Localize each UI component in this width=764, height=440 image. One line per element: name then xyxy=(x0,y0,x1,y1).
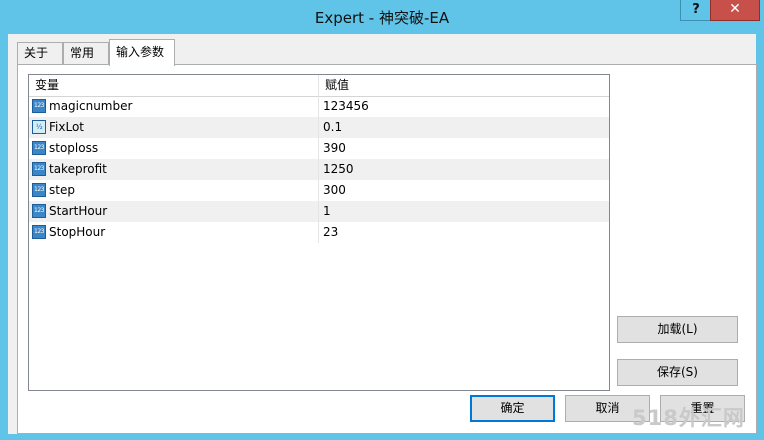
integer-icon: 123 xyxy=(32,99,46,113)
title-bar: Expert - 神突破-EA ? ✕ xyxy=(0,0,764,34)
param-name: FixLot xyxy=(49,120,84,134)
param-name: stoploss xyxy=(49,141,99,155)
column-header-value[interactable]: 赋值 xyxy=(319,75,609,96)
column-header-variable[interactable]: 变量 xyxy=(29,75,319,96)
table-row[interactable]: 123 StartHour 1 xyxy=(29,201,609,222)
inputs-panel: 变量 赋值 123 magicnumber 123456 ½ FixLot 0.… xyxy=(17,64,757,434)
integer-icon: 123 xyxy=(32,162,46,176)
integer-icon: 123 xyxy=(32,225,46,239)
param-name: StopHour xyxy=(49,225,106,239)
tab-inputs[interactable]: 输入参数 xyxy=(109,39,175,66)
cell-name: 123 StartHour xyxy=(29,201,319,222)
table-row[interactable]: 123 stoploss 390 xyxy=(29,138,609,159)
cell-name: ½ FixLot xyxy=(29,117,319,138)
tab-common[interactable]: 常用 xyxy=(63,42,109,64)
param-value[interactable]: 1250 xyxy=(319,159,609,180)
ok-button[interactable]: 确定 xyxy=(470,395,555,422)
param-name: magicnumber xyxy=(49,99,133,113)
param-value[interactable]: 1 xyxy=(319,201,609,222)
tab-about[interactable]: 关于 xyxy=(17,42,63,64)
param-value[interactable]: 0.1 xyxy=(319,117,609,138)
integer-icon: 123 xyxy=(32,141,46,155)
table-row[interactable]: 123 step 300 xyxy=(29,180,609,201)
watermark: 518外汇网 xyxy=(632,406,745,430)
window-title: Expert - 神突破-EA xyxy=(314,9,450,27)
cell-name: 123 step xyxy=(29,180,319,201)
integer-icon: 123 xyxy=(32,204,46,218)
load-button[interactable]: 加载(L) xyxy=(617,316,738,343)
table-row[interactable]: ½ FixLot 0.1 xyxy=(29,117,609,138)
param-value[interactable]: 123456 xyxy=(319,96,609,117)
param-name: takeprofit xyxy=(49,162,107,176)
table-row[interactable]: 123 magicnumber 123456 xyxy=(29,96,609,117)
cell-name: 123 StopHour xyxy=(29,222,319,243)
close-icon: ✕ xyxy=(729,1,741,17)
param-name: step xyxy=(49,183,75,197)
help-button[interactable]: ? xyxy=(680,0,712,21)
param-value[interactable]: 300 xyxy=(319,180,609,201)
double-icon: ½ xyxy=(32,120,46,134)
cell-name: 123 takeprofit xyxy=(29,159,319,180)
save-button[interactable]: 保存(S) xyxy=(617,359,738,386)
close-button[interactable]: ✕ xyxy=(710,0,760,21)
param-value[interactable]: 23 xyxy=(319,222,609,243)
table-row[interactable]: 123 StopHour 23 xyxy=(29,222,609,243)
parameters-grid[interactable]: 变量 赋值 123 magicnumber 123456 ½ FixLot 0.… xyxy=(28,74,610,391)
dialog-client-area: 关于 常用 输入参数 变量 赋值 123 magicnumber 123456 … xyxy=(8,34,757,434)
integer-icon: 123 xyxy=(32,183,46,197)
param-value[interactable]: 390 xyxy=(319,138,609,159)
grid-header: 变量 赋值 xyxy=(29,75,609,97)
cell-name: 123 stoploss xyxy=(29,138,319,159)
cell-name: 123 magicnumber xyxy=(29,96,319,117)
table-row[interactable]: 123 takeprofit 1250 xyxy=(29,159,609,180)
param-name: StartHour xyxy=(49,204,108,218)
